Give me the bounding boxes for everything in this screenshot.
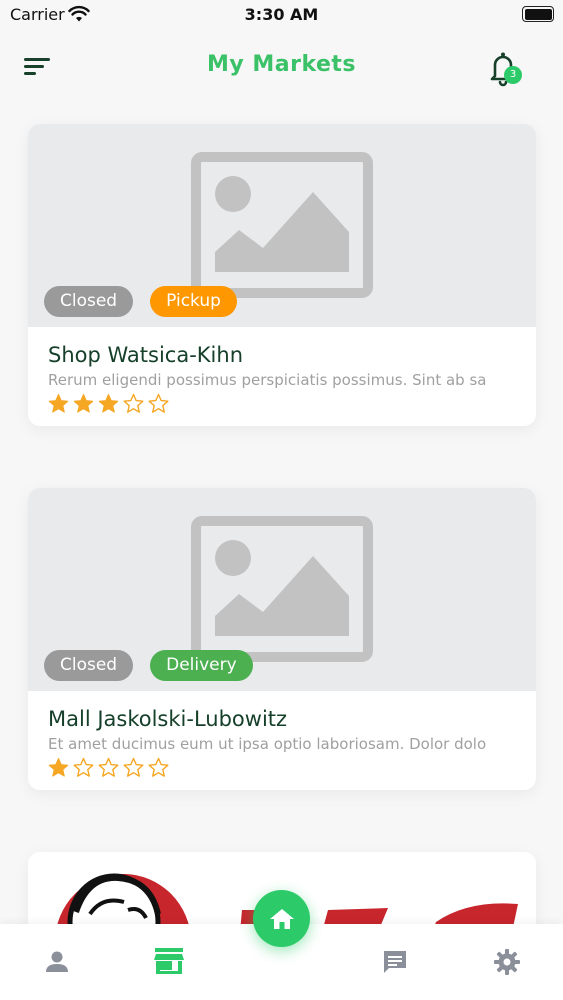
chat-icon[interactable] — [381, 948, 409, 976]
market-image: Closed Pickup — [28, 124, 536, 327]
rating-stars — [48, 393, 516, 414]
page-title: My Markets — [206, 52, 357, 77]
clock: 3:30 AM — [244, 5, 319, 24]
rating-stars — [48, 757, 516, 778]
service-tag: Delivery — [150, 650, 253, 681]
market-name: Mall Jaskolski-Lubowitz — [48, 707, 288, 731]
market-description: Et amet ducimus eum ut ipsa optio labori… — [48, 735, 487, 753]
battery-icon — [522, 6, 554, 22]
star-outline-icon — [123, 393, 144, 413]
star-outline-icon — [73, 757, 94, 777]
star-filled-icon — [73, 394, 94, 413]
star-outline-icon — [148, 393, 169, 413]
status-tag: Closed — [44, 286, 134, 317]
market-card[interactable]: Closed Pickup Shop Watsica-Kihn Rerum el… — [28, 124, 536, 426]
star-outline-icon — [123, 757, 144, 777]
image-placeholder-icon — [191, 516, 373, 662]
store-icon[interactable] — [153, 946, 185, 976]
star-filled-icon — [48, 394, 69, 413]
market-image: Closed Delivery — [28, 488, 536, 691]
star-outline-icon — [98, 757, 119, 777]
home-button[interactable] — [253, 890, 310, 947]
service-tag: Pickup — [150, 286, 237, 317]
status-tag: Closed — [44, 650, 134, 681]
image-placeholder-icon — [191, 152, 373, 298]
star-filled-icon — [98, 394, 119, 413]
app-bar: My Markets — [0, 40, 563, 96]
star-filled-icon — [48, 758, 69, 777]
market-name: Shop Watsica-Kihn — [48, 343, 244, 367]
account-icon[interactable] — [43, 948, 71, 976]
market-description: Rerum eligendi possimus perspiciatis pos… — [48, 371, 487, 389]
status-bar: Carrier 3:30 AM — [0, 0, 563, 30]
star-outline-icon — [148, 757, 169, 777]
market-card[interactable]: Closed Delivery Mall Jaskolski-Lubowitz … — [28, 488, 536, 790]
notification-badge: 3 — [504, 66, 522, 84]
bottom-navigation — [0, 890, 563, 1000]
settings-icon[interactable] — [493, 948, 521, 976]
home-icon — [269, 908, 294, 929]
